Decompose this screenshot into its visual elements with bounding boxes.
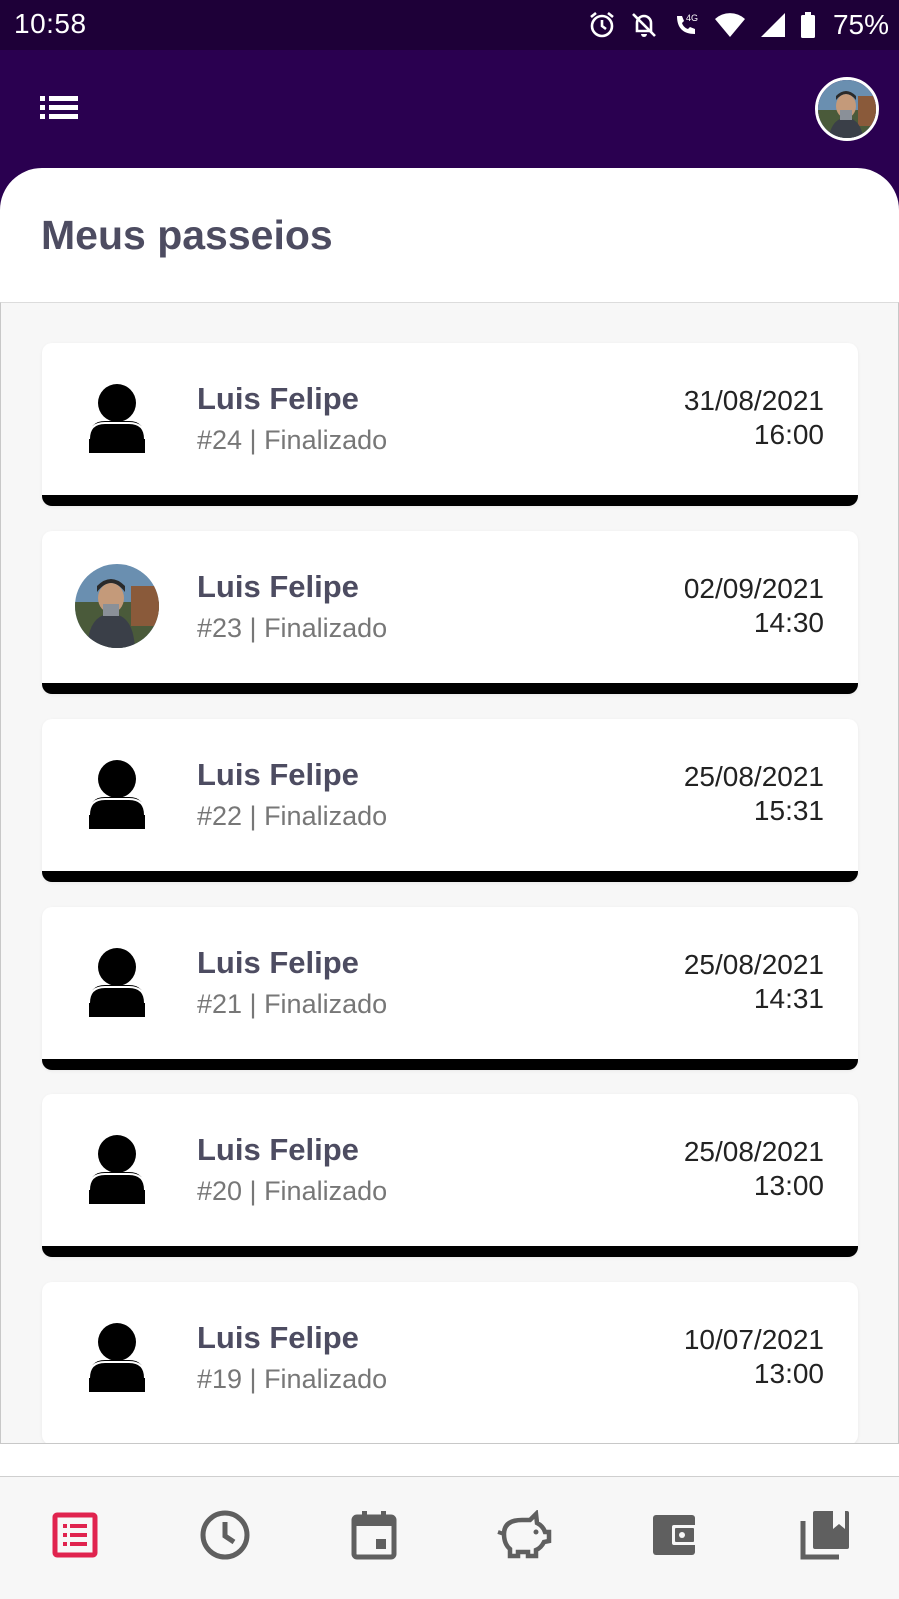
app-bar <box>0 50 899 170</box>
walk-card[interactable]: Luis Felipe #23 | Finalizado 02/09/2021 … <box>42 531 858 694</box>
walker-photo <box>75 564 159 648</box>
walk-time: 13:00 <box>753 1358 824 1389</box>
walk-card[interactable]: Luis Felipe #20 | Finalizado 25/08/2021 … <box>42 1094 858 1257</box>
walk-card[interactable]: Luis Felipe #22 | Finalizado 25/08/2021 … <box>42 719 858 882</box>
walk-card[interactable]: Luis Felipe #24 | Finalizado 31/08/2021 … <box>42 343 858 506</box>
avatar[interactable] <box>815 77 879 141</box>
person-icon <box>75 376 159 460</box>
walk-status: #20 | Finalizado <box>197 1176 388 1206</box>
walk-card[interactable]: Luis Felipe #19 | Finalizado 10/07/2021 … <box>42 1282 858 1443</box>
walk-date: 10/07/2021 <box>683 1324 824 1355</box>
library-bookmark-icon[interactable] <box>795 1505 855 1565</box>
walk-card[interactable]: Luis Felipe #21 | Finalizado 25/08/2021 … <box>42 907 858 1070</box>
walk-status: #24 | Finalizado <box>197 425 388 455</box>
volte-4g-call-icon: 4G <box>676 13 698 34</box>
status-time: 10:58 <box>14 8 87 39</box>
savings-piggy-icon[interactable] <box>494 1505 554 1565</box>
calendar-icon[interactable] <box>344 1505 404 1565</box>
history-clock-icon[interactable] <box>195 1505 255 1565</box>
person-icon <box>75 1315 159 1399</box>
status-icons: 4G 75% <box>587 7 889 43</box>
walker-name: Luis Felipe <box>197 1132 359 1167</box>
walk-status: #21 | Finalizado <box>197 989 388 1019</box>
walks-list[interactable]: Luis Felipe #24 | Finalizado 31/08/2021 … <box>0 302 899 1444</box>
walker-name: Luis Felipe <box>197 1320 359 1355</box>
status-bar: 10:58 4G 75% <box>0 0 899 50</box>
walk-time: 15:31 <box>753 795 824 826</box>
walk-date: 02/09/2021 <box>683 573 824 604</box>
person-icon <box>75 940 159 1024</box>
walk-status: #22 | Finalizado <box>197 801 388 831</box>
battery-icon <box>800 12 815 38</box>
notifications-off-icon <box>632 13 656 37</box>
bottom-navigation <box>0 1476 899 1599</box>
page-title: Meus passeios <box>41 212 333 258</box>
wallet-icon[interactable] <box>645 1505 705 1565</box>
walk-time: 13:00 <box>753 1170 824 1201</box>
svg-text:4G: 4G <box>686 13 698 23</box>
walk-status: #23 | Finalizado <box>197 613 388 643</box>
walk-date: 25/08/2021 <box>683 761 824 792</box>
walks-list-icon[interactable] <box>45 1505 105 1565</box>
walk-date: 25/08/2021 <box>683 949 824 980</box>
person-icon <box>75 1127 159 1211</box>
walk-date: 25/08/2021 <box>683 1136 824 1167</box>
walker-name: Luis Felipe <box>197 381 359 416</box>
walker-name: Luis Felipe <box>197 757 359 792</box>
walk-time: 14:30 <box>753 607 824 638</box>
walker-name: Luis Felipe <box>197 569 359 604</box>
list-menu-icon[interactable] <box>36 90 82 126</box>
battery-percentage: 75% <box>832 9 889 40</box>
walk-time: 16:00 <box>753 419 824 450</box>
cell-signal-icon <box>760 13 785 37</box>
walker-name: Luis Felipe <box>197 945 359 980</box>
content-sheet: Meus passeios Luis Felipe #24 | Finaliza… <box>0 168 899 1599</box>
wifi-icon <box>714 13 745 37</box>
walk-date: 31/08/2021 <box>683 385 824 416</box>
person-icon <box>75 752 159 836</box>
walk-status: #19 | Finalizado <box>197 1364 388 1394</box>
alarm-icon <box>590 11 614 38</box>
walk-time: 14:31 <box>753 983 824 1014</box>
